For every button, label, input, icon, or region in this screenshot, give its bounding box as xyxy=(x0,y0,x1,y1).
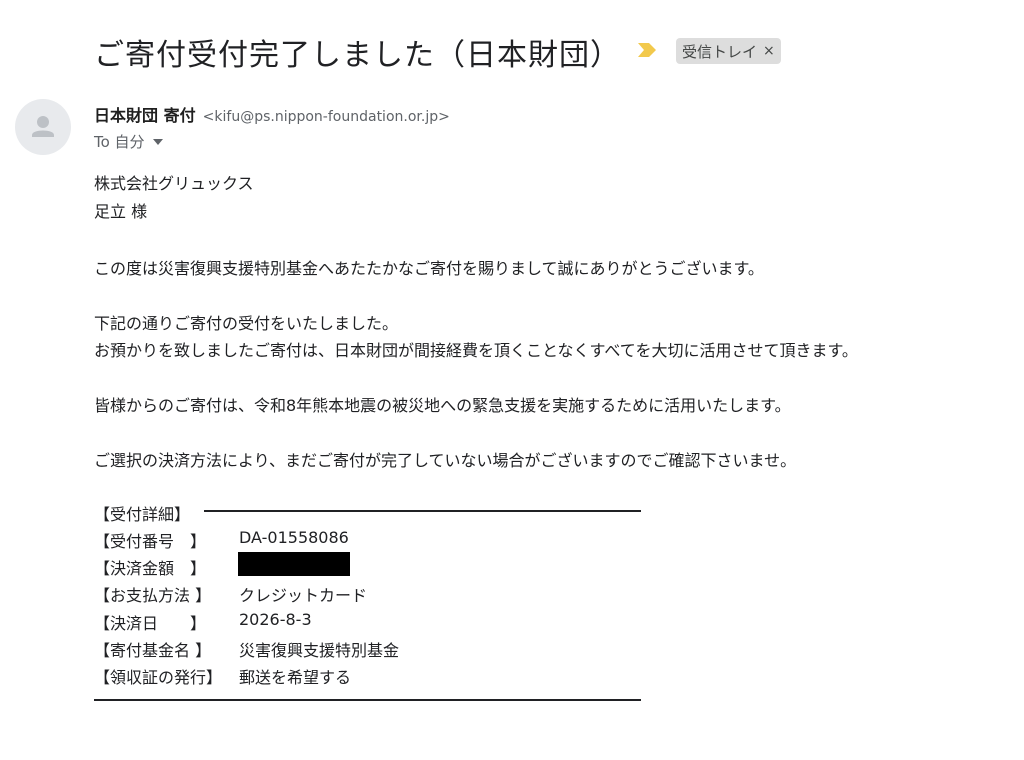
detail-label: 【お支払方法 】 xyxy=(94,586,212,605)
details-bottom-rule xyxy=(94,699,641,701)
detail-row-receipt-number: 【受付番号 】 DA-01558086 xyxy=(94,528,349,552)
recipient-label: To 自分 xyxy=(94,133,145,151)
chevron-down-icon[interactable] xyxy=(152,138,163,145)
importance-marker-icon[interactable] xyxy=(637,42,657,58)
detail-value: 災害復興支援特別基金 xyxy=(239,641,400,660)
detail-row-fund-name: 【寄付基金名 】 災害復興支援特別基金 xyxy=(94,637,399,661)
receipt-line-1: 下記の通りご寄付の受付をいたしました。 xyxy=(94,314,399,333)
detail-value: 2026-8-3 xyxy=(239,610,312,629)
details-heading: 【受付詳細】 xyxy=(94,505,191,524)
detail-row-receipt-issue: 【領収証の発行】 郵送を希望する xyxy=(94,664,351,688)
label-chip-inbox[interactable]: 受信トレイ × xyxy=(676,38,781,64)
detail-row-payment-method: 【お支払方法 】 クレジットカード xyxy=(94,582,367,606)
redacted-amount xyxy=(238,552,350,576)
recipient-details-toggle[interactable]: To 自分 xyxy=(94,131,163,152)
sender-line: 日本財団 寄付 <kifu@ps.nippon-foundation.or.jp… xyxy=(94,102,450,126)
remove-label-icon[interactable]: × xyxy=(763,43,775,59)
detail-value: クレジットカード xyxy=(239,586,368,605)
addressee: 足立 様 xyxy=(94,202,148,221)
detail-label: 【受付番号 】 xyxy=(94,532,207,551)
detail-label: 【決済金額 】 xyxy=(94,559,207,578)
email-subject: ご寄付受付完了しました（日本財団） xyxy=(94,38,621,73)
sender-name[interactable]: 日本財団 寄付 xyxy=(94,106,196,125)
thanks-paragraph: この度は災害復興支援特別基金へあたたかなご寄付を賜りまして誠にありがとうございま… xyxy=(94,259,764,278)
detail-label: 【決済日 】 xyxy=(94,614,207,633)
usage-paragraph: 皆様からのご寄付は、令和8年熊本地震の被災地への緊急支援を実施するために活用いた… xyxy=(94,396,791,415)
detail-label: 【寄付基金名 】 xyxy=(94,641,212,660)
person-icon xyxy=(32,116,54,137)
detail-label: 【領収証の発行】 xyxy=(94,668,223,687)
detail-value: DA-01558086 xyxy=(239,528,349,547)
sender-email: <kifu@ps.nippon-foundation.or.jp> xyxy=(202,109,450,125)
company-name: 株式会社グリュックス xyxy=(94,174,254,193)
notice-paragraph: ご選択の決済方法により、まだご寄付が完了していない場合がございますのでご確認下さ… xyxy=(94,451,797,470)
avatar[interactable] xyxy=(15,99,71,155)
label-chip-text: 受信トレイ xyxy=(682,42,758,61)
details-top-rule xyxy=(204,510,641,512)
detail-row-payment-date: 【決済日 】 2026-8-3 xyxy=(94,610,312,634)
receipt-line-2: お預かりを致しましたご寄付は、日本財団が間接経費を頂くことなくすべてを大切に活用… xyxy=(94,341,858,360)
detail-row-amount: 【決済金額 】 xyxy=(94,555,239,579)
detail-value: 郵送を希望する xyxy=(239,668,352,687)
